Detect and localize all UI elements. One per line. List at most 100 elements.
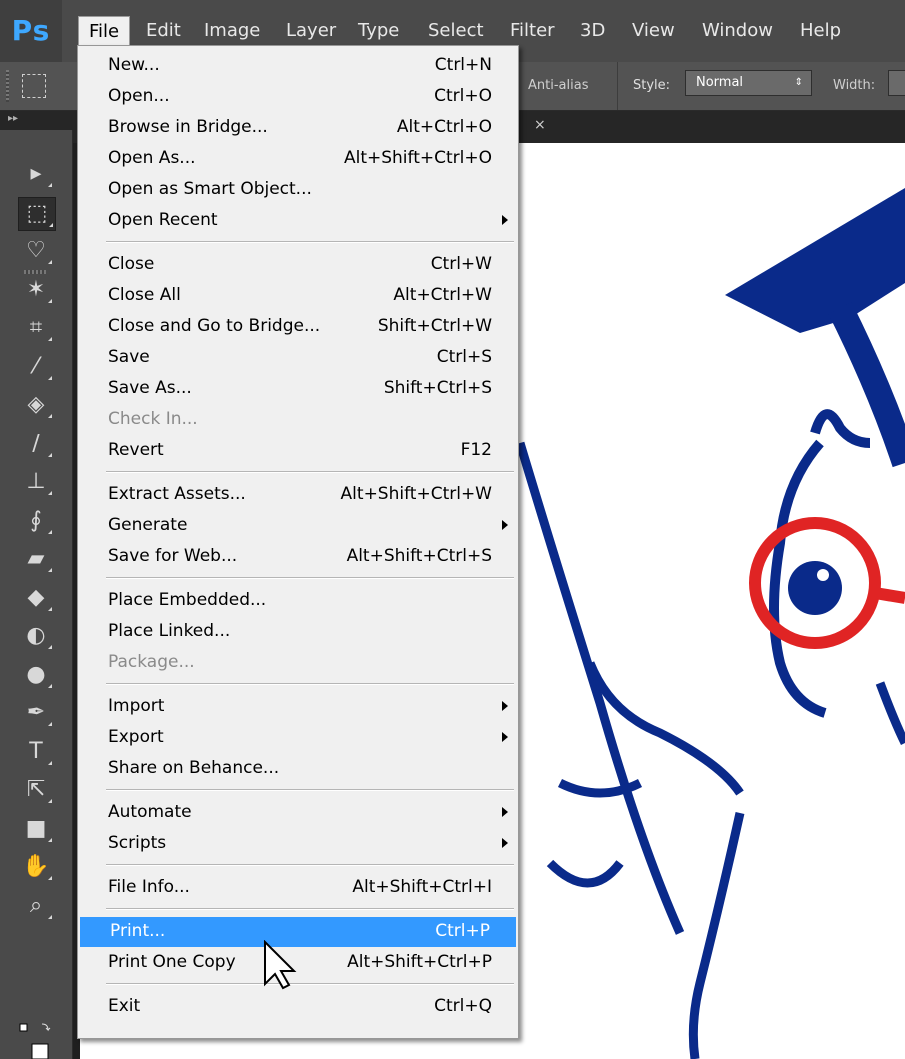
rectangular-marquee-tool[interactable]: ⬚ [18,197,56,231]
menu-type[interactable]: Type [348,16,409,46]
menu-edit[interactable]: Edit [136,16,191,46]
menu-item-open-as-smart-object[interactable]: Open as Smart Object... [78,175,518,205]
magic-wand-tool[interactable]: ✶ [18,274,54,306]
color-swatches[interactable] [18,1020,58,1059]
menu-file[interactable]: File [78,16,131,47]
marquee-tool-preset-icon[interactable] [22,74,46,98]
menu-item-open[interactable]: Open... Ctrl+O [78,82,518,112]
tool-group-indicator [48,183,52,187]
eye-highlight [817,569,829,581]
crop-tool[interactable]: ⌗ [18,312,54,344]
width-input[interactable] [888,70,905,96]
menu-3d[interactable]: 3D [570,16,615,46]
clone-stamp-tool[interactable]: ⊥ [18,466,54,498]
move-tool[interactable]: ▸ [18,158,54,190]
menu-filter[interactable]: Filter [500,16,565,46]
lasso-tool[interactable]: ♡ [18,235,54,267]
menu-item-scripts[interactable]: Scripts [78,829,518,859]
photoshop-logo: Ps [0,0,62,62]
dodge-tool[interactable]: ● [18,659,54,691]
tool-group-indicator [48,761,52,765]
style-select[interactable]: Normal ⇕ [685,70,812,96]
rectangle-tool[interactable]: ■ [18,813,54,845]
menu-item-open-as[interactable]: Open As... Alt+Shift+Ctrl+O [78,144,518,174]
menu-item-shortcut: Ctrl+N [434,55,492,75]
menu-item-label: Close and Go to Bridge... [108,316,321,336]
anti-alias-label[interactable]: Anti-alias [528,74,588,98]
collapse-panels-icon[interactable]: ▸▸ [8,113,18,124]
menu-item-label: Check In... [108,409,198,429]
path-selection-tool[interactable]: ⇱ [18,774,54,806]
menu-item-shortcut: F12 [460,440,492,460]
blur-tool[interactable]: ◐ [18,620,54,652]
menu-item-label: Place Linked... [108,621,231,641]
menu-item-place-embedded[interactable]: Place Embedded... [78,586,518,616]
menu-item-label: Import [108,696,165,716]
menu-item-save-as[interactable]: Save As... Shift+Ctrl+S [78,374,518,404]
menu-layer[interactable]: Layer [276,16,346,46]
menu-item-export[interactable]: Export [78,723,518,753]
type-tool[interactable]: T [18,736,54,768]
menu-help[interactable]: Help [790,16,851,46]
menu-view[interactable]: View [622,16,685,46]
options-bar-grip[interactable] [6,70,9,102]
menu-item-close-and-go-to-bridge[interactable]: Close and Go to Bridge... Shift+Ctrl+W [78,312,518,342]
menu-item-label: Generate [108,515,188,535]
menu-item-place-linked[interactable]: Place Linked... [78,617,518,647]
style-label: Style: [633,78,671,93]
ear-tuft [810,409,871,448]
menu-item-browse-in-bridge[interactable]: Browse in Bridge... Alt+Ctrl+O [78,113,518,143]
submenu-arrow-icon [502,838,508,848]
menu-item-revert[interactable]: Revert F12 [78,436,518,466]
healing-brush-tool[interactable]: ◈ [18,389,54,421]
eyedropper-tool[interactable]: ⁄ [18,351,54,383]
zoom-tool[interactable]: ⌕ [18,890,54,922]
mouse-cursor-icon [264,940,297,990]
menu-item-import[interactable]: Import [78,692,518,722]
type-icon: T [29,739,43,764]
menu-item-close[interactable]: Close Ctrl+W [78,250,518,280]
menu-item-shortcut: Alt+Ctrl+W [393,285,492,305]
menu-item-new[interactable]: New... Ctrl+N [78,51,518,81]
photoshop-window: Ps File Edit Image Layer Type Select Filter 3D V… [0,0,905,1059]
menu-item-shortcut: Ctrl+Q [434,996,492,1016]
width-label: Width: [833,78,876,93]
menu-item-print-one-copy[interactable]: Print One Copy Alt+Shift+Ctrl+P [78,948,518,978]
pen-tool[interactable]: ✒ [18,697,54,729]
submenu-arrow-icon [502,807,508,817]
menu-select[interactable]: Select [418,16,494,46]
hand-tool[interactable]: ✋ [18,851,54,883]
menu-item-close-all[interactable]: Close All Alt+Ctrl+W [78,281,518,311]
menu-item-automate[interactable]: Automate [78,798,518,828]
menu-item-shortcut: Alt+Shift+Ctrl+P [347,952,492,972]
close-tab-icon[interactable]: × [534,117,546,133]
history-brush-tool[interactable]: ∮ [18,505,54,537]
menu-item-print[interactable]: Print... Ctrl+P [80,917,516,947]
background-color-swatch[interactable] [31,1043,49,1059]
menu-item-share-on-behance[interactable]: Share on Behance... [78,754,518,784]
menu-window[interactable]: Window [692,16,783,46]
zoom-icon: ⌕ [29,893,43,918]
tool-group-indicator [48,607,52,611]
eraser-tool[interactable]: ▰ [18,543,54,575]
paint-bucket-tool[interactable]: ◆ [18,582,54,614]
menu-item-file-info[interactable]: File Info... Alt+Shift+Ctrl+I [78,873,518,903]
default-colors-icon[interactable] [19,1023,28,1032]
file-menu-dropdown: New... Ctrl+N Open... Ctrl+O Browse in Bridg… [77,45,519,1039]
lasso-icon: ♡ [26,238,46,263]
menu-item-label: Save for Web... [108,546,238,566]
menu-item-exit[interactable]: Exit Ctrl+Q [78,992,518,1022]
brush-tool[interactable]: ∕ [18,428,54,460]
menu-item-shortcut: Ctrl+P [435,921,490,941]
swap-colors-icon[interactable] [41,1023,51,1032]
menu-item-save[interactable]: Save Ctrl+S [78,343,518,373]
wing-line [585,661,744,796]
tool-group-indicator [48,337,52,341]
menu-item-extract-assets[interactable]: Extract Assets... Alt+Shift+Ctrl+W [78,480,518,510]
menu-image[interactable]: Image [194,16,270,46]
menu-item-label: Scripts [108,833,167,853]
menu-item-open-recent[interactable]: Open Recent [78,206,518,236]
menu-item-save-for-web[interactable]: Save for Web... Alt+Shift+Ctrl+S [78,542,518,572]
menu-item-generate[interactable]: Generate [78,511,518,541]
tool-group-indicator [48,453,52,457]
